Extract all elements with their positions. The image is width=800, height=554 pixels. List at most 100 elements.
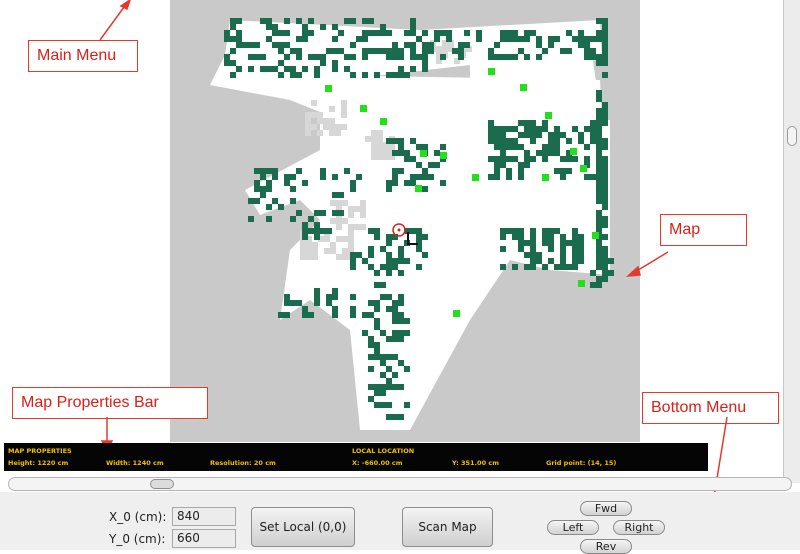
obstacle-cell	[386, 234, 392, 240]
obstacle-cell	[380, 246, 386, 252]
rev-button[interactable]: Rev	[580, 539, 632, 554]
obstacle-cell	[368, 366, 374, 372]
obstacle-cell	[548, 138, 554, 144]
highlight-cell	[488, 68, 495, 75]
obstacle-cell	[524, 240, 530, 246]
highlight-cell	[578, 280, 585, 287]
obstacle-cell	[392, 306, 398, 312]
fwd-button[interactable]: Fwd	[580, 501, 632, 516]
obstacle-cell	[308, 228, 314, 234]
map-callout: Map	[660, 214, 747, 246]
obstacle-cell	[320, 24, 326, 30]
set-local-button[interactable]: Set Local (0,0)	[251, 507, 355, 547]
horizontal-scroll-thumb[interactable]	[150, 479, 174, 489]
unknown-cell	[324, 248, 330, 254]
obstacle-cell	[548, 150, 554, 156]
obstacle-cell	[398, 138, 404, 144]
obstacle-cell	[524, 264, 530, 270]
obstacle-cell	[524, 120, 530, 126]
obstacle-cell	[386, 48, 392, 54]
obstacle-cell	[266, 186, 272, 192]
unknown-cell	[348, 212, 354, 218]
obstacle-cell	[578, 252, 584, 258]
unknown-cell	[329, 106, 335, 112]
obstacle-cell	[578, 42, 584, 48]
obstacle-cell	[374, 270, 380, 276]
horizontal-scrollbar[interactable]	[8, 477, 792, 491]
x0-input[interactable]: 840	[172, 507, 236, 526]
obstacle-cell	[596, 216, 602, 222]
occupancy-map[interactable]	[170, 0, 640, 442]
obstacle-cell	[596, 108, 602, 114]
obstacle-cell	[350, 294, 356, 300]
obstacle-cell	[596, 126, 602, 132]
obstacle-cell	[560, 168, 566, 174]
obstacle-cell	[446, 36, 452, 42]
obstacle-cell	[410, 138, 416, 144]
obstacle-cell	[506, 156, 512, 162]
obstacle-cell	[302, 312, 308, 318]
left-button[interactable]: Left	[547, 520, 599, 535]
obstacle-cell	[458, 42, 464, 48]
vertical-scrollbar[interactable]	[783, 0, 800, 483]
obstacle-cell	[506, 138, 512, 144]
scan-map-button[interactable]: Scan Map	[402, 507, 493, 547]
unknown-cell	[335, 124, 341, 130]
main-menu-callout: Main Menu	[28, 40, 138, 72]
unknown-cell	[365, 136, 371, 142]
obstacle-cell	[500, 228, 506, 234]
obstacle-cell	[566, 156, 572, 162]
obstacle-cell	[596, 120, 602, 126]
obstacle-cell	[350, 42, 356, 48]
obstacle-cell	[518, 36, 524, 42]
obstacle-cell	[602, 120, 608, 126]
unknown-cell	[305, 130, 311, 136]
obstacle-cell	[548, 228, 554, 234]
obstacle-cell	[602, 246, 608, 252]
obstacle-cell	[260, 192, 266, 198]
y0-input[interactable]: 660	[172, 529, 236, 548]
obstacle-cell	[524, 54, 530, 60]
vertical-scroll-thumb[interactable]	[787, 126, 797, 146]
unknown-cell	[341, 100, 347, 106]
obstacle-cell	[416, 228, 422, 234]
obstacle-cell	[518, 228, 524, 234]
obstacle-cell	[398, 144, 404, 150]
obstacle-cell	[554, 36, 560, 42]
obstacle-cell	[542, 234, 548, 240]
obstacle-cell	[602, 192, 608, 198]
obstacle-cell	[362, 36, 368, 42]
obstacle-cell	[380, 354, 386, 360]
obstacle-cell	[380, 24, 386, 30]
unknown-cell	[377, 142, 383, 148]
obstacle-cell	[242, 42, 248, 48]
obstacle-cell	[530, 252, 536, 258]
obstacle-cell	[602, 108, 608, 114]
obstacle-cell	[476, 30, 482, 36]
obstacle-cell	[392, 42, 398, 48]
obstacle-cell	[500, 138, 506, 144]
obstacle-cell	[494, 126, 500, 132]
obstacle-cell	[380, 390, 386, 396]
obstacle-cell	[488, 156, 494, 162]
obstacle-cell	[314, 294, 320, 300]
right-button[interactable]: Right	[613, 520, 665, 535]
obstacle-cell	[590, 132, 596, 138]
obstacle-cell	[320, 54, 326, 60]
obstacle-cell	[236, 42, 242, 48]
obstacle-cell	[380, 384, 386, 390]
obstacle-cell	[572, 240, 578, 246]
unknown-cell	[312, 248, 318, 254]
obstacle-cell	[518, 174, 524, 180]
obstacle-cell	[572, 126, 578, 132]
obstacle-cell	[554, 150, 560, 156]
obstacle-cell	[260, 174, 266, 180]
obstacle-cell	[386, 240, 392, 246]
obstacle-cell	[296, 168, 302, 174]
obstacle-cell	[602, 138, 608, 144]
obstacle-cell	[260, 54, 266, 60]
obstacle-cell	[260, 168, 266, 174]
obstacle-cell	[524, 36, 530, 42]
obstacle-cell	[548, 132, 554, 138]
obstacle-cell	[362, 30, 368, 36]
